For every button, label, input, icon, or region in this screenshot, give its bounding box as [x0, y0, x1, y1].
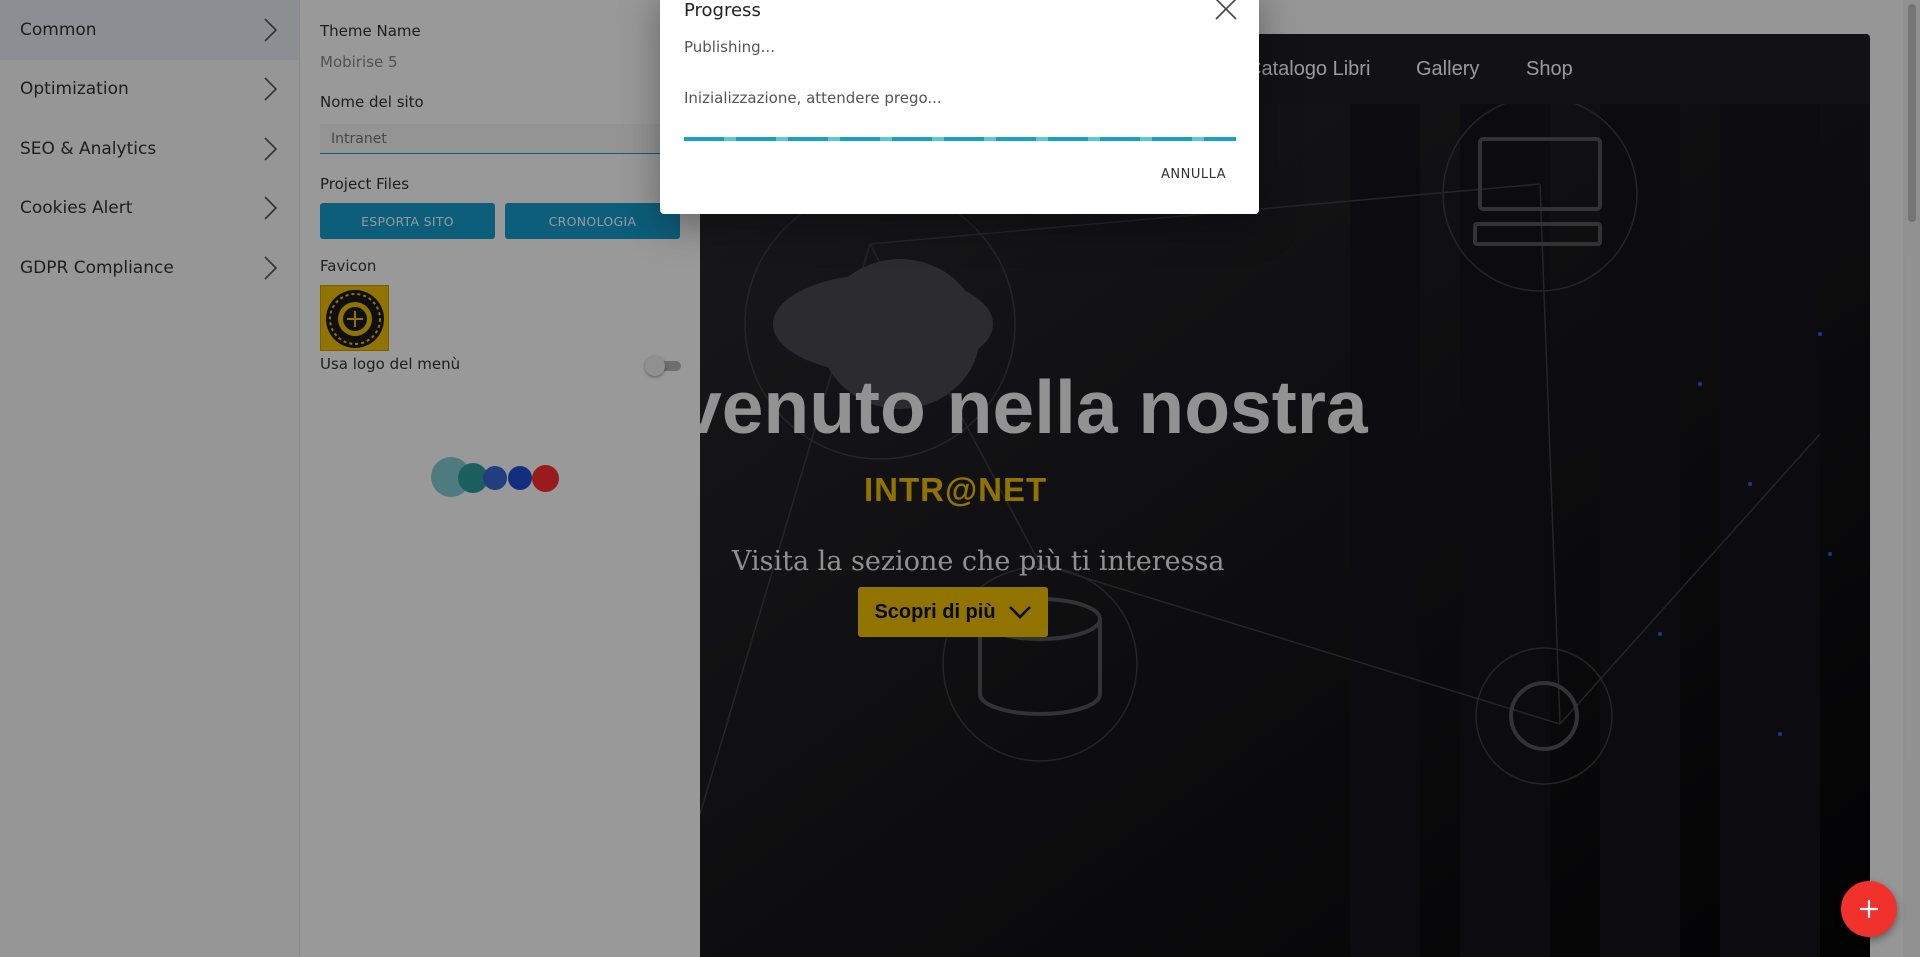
progress-bar — [684, 137, 1236, 141]
dialog-status: Publishing... — [684, 38, 775, 56]
dialog-title: Progress — [684, 0, 761, 21]
add-block-fab[interactable] — [1841, 881, 1897, 937]
plus-icon — [1860, 900, 1878, 918]
progress-track — [684, 137, 1236, 141]
close-icon[interactable] — [1213, 0, 1239, 22]
progress-dialog: Progress Publishing... Inizializzazione,… — [660, 0, 1259, 214]
dialog-message: Inizializzazione, attendere prego... — [684, 89, 942, 107]
cancel-button[interactable]: ANNULLA — [1161, 167, 1226, 182]
